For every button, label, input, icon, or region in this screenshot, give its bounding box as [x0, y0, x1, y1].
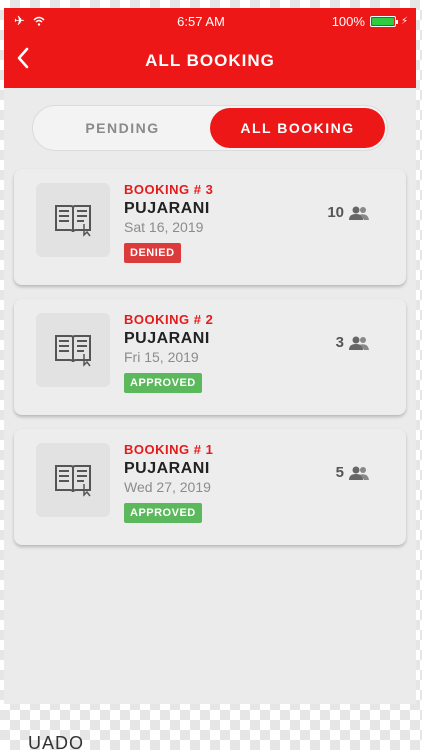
- booking-number: BOOKING # 2: [124, 312, 214, 327]
- people-icon: [349, 206, 369, 220]
- book-icon: [36, 313, 110, 387]
- page-title: ALL BOOKING: [145, 51, 275, 70]
- status-bar: ✈ 6:57 AM 100% ⚡: [4, 8, 416, 34]
- guest-count: 5: [336, 464, 370, 481]
- booking-list: BOOKING # 3 PUJARANI Sat 16, 2019 DENIED…: [4, 169, 416, 545]
- status-badge: APPROVED: [124, 373, 202, 393]
- guest-count-value: 3: [335, 334, 344, 351]
- navbar: ALL BOOKING: [4, 34, 416, 88]
- booking-name: PUJARANI: [124, 460, 210, 477]
- people-icon: [349, 466, 369, 480]
- guest-count-value: 10: [327, 204, 344, 221]
- guest-count: 3: [336, 334, 370, 351]
- battery-percent: 100%: [331, 13, 365, 29]
- footer-text: UADO: [28, 733, 85, 750]
- wifi-icon: [33, 16, 45, 26]
- booking-date: Fri 15, 2019: [124, 349, 199, 365]
- airplane-icon: ✈: [14, 13, 25, 28]
- charging-icon: ⚡: [400, 15, 408, 27]
- back-chevron-icon[interactable]: [16, 47, 30, 73]
- tab-pending[interactable]: PENDING: [35, 108, 210, 148]
- guest-count: 10: [327, 204, 370, 221]
- booking-card[interactable]: BOOKING # 1 PUJARANI Wed 27, 2019 APPROV…: [14, 429, 406, 545]
- status-badge: APPROVED: [124, 503, 202, 523]
- guest-count-value: 5: [335, 464, 344, 481]
- booking-date: Sat 16, 2019: [124, 219, 204, 235]
- booking-number: BOOKING # 1: [124, 442, 214, 457]
- booking-card[interactable]: BOOKING # 2 PUJARANI Fri 15, 2019 APPROV…: [14, 299, 406, 415]
- booking-card[interactable]: BOOKING # 3 PUJARANI Sat 16, 2019 DENIED…: [14, 169, 406, 285]
- booking-name: PUJARANI: [124, 330, 210, 347]
- book-icon: [36, 443, 110, 517]
- booking-date: Wed 27, 2019: [124, 479, 211, 495]
- phone-screen: ✈ 6:57 AM 100% ⚡ ALL BOOKING PENDING ALL…: [4, 8, 416, 704]
- booking-number: BOOKING # 3: [124, 182, 214, 197]
- people-icon: [349, 336, 369, 350]
- book-icon: [36, 183, 110, 257]
- booking-name: PUJARANI: [124, 200, 210, 217]
- battery-icon: [369, 15, 398, 27]
- status-time: 6:57 AM: [177, 13, 225, 29]
- booking-tabs: PENDING ALL BOOKING: [32, 105, 388, 151]
- status-badge: DENIED: [124, 243, 181, 263]
- tab-all-booking[interactable]: ALL BOOKING: [210, 108, 385, 148]
